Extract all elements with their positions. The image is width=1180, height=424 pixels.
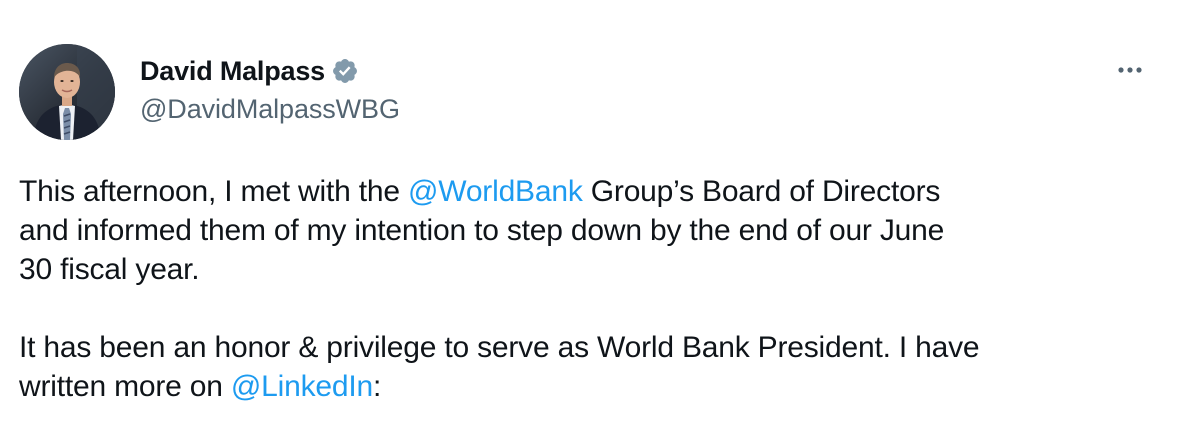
tweet-text-segment: It has been an honor & privilege to serv… <box>19 331 980 364</box>
tweet-text-segment: and informed them of my intention to ste… <box>19 214 945 247</box>
tweet-header: David Malpass @DavidMalpassWBG <box>140 54 400 125</box>
tweet-card: David Malpass @DavidMalpassWBG This afte… <box>0 0 1180 424</box>
avatar[interactable] <box>19 44 115 140</box>
name-row: David Malpass <box>140 54 400 88</box>
mention-linkedin-link[interactable]: @LinkedIn <box>231 370 373 403</box>
tweet-text-segment: This afternoon, I met with the <box>19 175 408 208</box>
display-name[interactable]: David Malpass <box>140 56 325 87</box>
tweet-text: This afternoon, I met with the @WorldBan… <box>19 172 1159 406</box>
mention-worldbank-link[interactable]: @WorldBank <box>408 175 583 208</box>
tweet-paragraph-2: It has been an honor & privilege to serv… <box>19 328 1159 406</box>
tweet-text-segment: 30 fiscal year. <box>19 253 200 286</box>
tweet-text-segment: written more on <box>19 370 231 403</box>
username-handle[interactable]: @DavidMalpassWBG <box>140 94 400 125</box>
tweet-paragraph-1: This afternoon, I met with the @WorldBan… <box>19 172 1159 289</box>
verified-badge-icon[interactable] <box>331 57 359 85</box>
tweet-text-segment: Group’s Board of Directors <box>582 175 941 208</box>
tweet-text-segment: : <box>372 370 382 403</box>
profile-photo-icon <box>19 44 115 140</box>
more-options-button[interactable] <box>1112 58 1148 82</box>
more-horizontal-icon <box>1118 67 1142 73</box>
